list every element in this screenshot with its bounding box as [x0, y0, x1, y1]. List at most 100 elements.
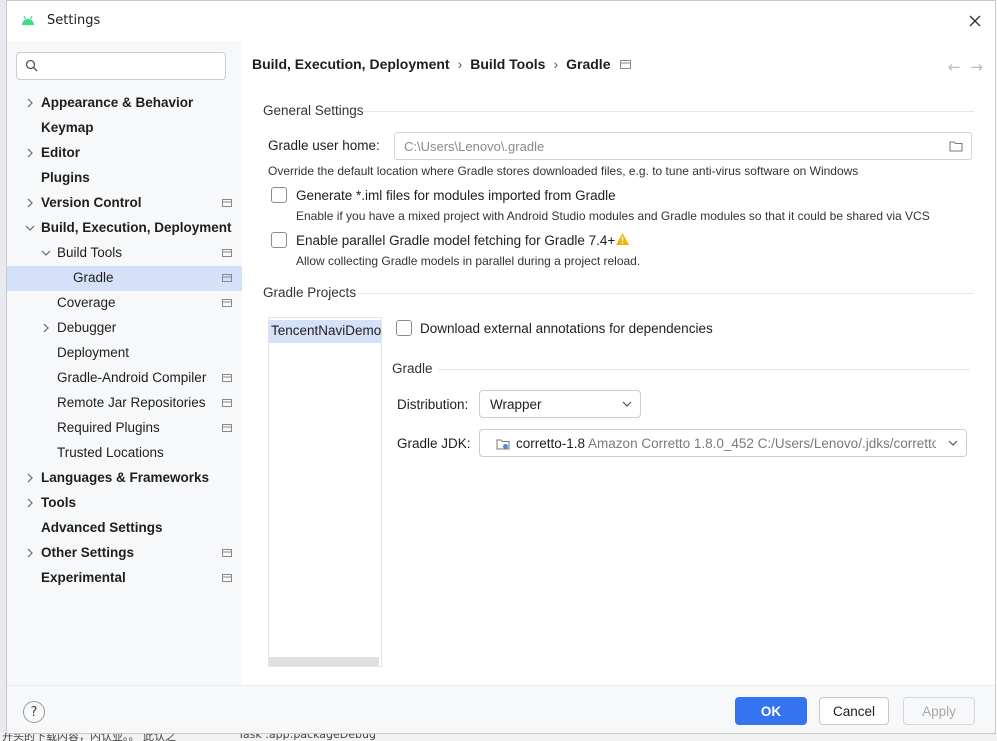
- breadcrumb-build-execution-deployment[interactable]: Build, Execution, Deployment: [252, 56, 450, 72]
- sidebar-item-label: Required Plugins: [57, 420, 160, 435]
- sidebar-item-other-settings[interactable]: Other Settings: [7, 541, 242, 566]
- background-window-strip: 开头的下载内容，内认业。。 此认之 Task :app:packageDebug: [0, 733, 997, 741]
- chevron-right-icon[interactable]: [25, 498, 35, 508]
- jdk-name: corretto-1.8: [516, 436, 586, 451]
- chevron-right-icon[interactable]: [25, 98, 35, 108]
- close-icon: [969, 15, 981, 27]
- jdk-folder-icon: [496, 439, 510, 450]
- help-button[interactable]: ?: [23, 701, 45, 723]
- gradle-user-home-hint: Override the default location where Grad…: [268, 164, 859, 178]
- sidebar-item-version-control[interactable]: Version Control: [7, 191, 242, 216]
- project-name: TencentNaviDemo2: [271, 323, 382, 338]
- chevron-down-icon[interactable]: [25, 223, 35, 233]
- generate-iml-label[interactable]: Generate *.iml files for modules importe…: [296, 188, 616, 203]
- project-scope-icon: [222, 574, 232, 582]
- sidebar-item-label: Build, Execution, Deployment: [41, 220, 232, 235]
- gradle-jdk-dropdown[interactable]: corretto-1.8 Amazon Corretto 1.8.0_452 C…: [479, 429, 967, 457]
- forward-arrow-icon[interactable]: →: [970, 58, 983, 76]
- sidebar-item-experimental[interactable]: Experimental: [7, 566, 242, 591]
- sidebar-item-label: Remote Jar Repositories: [57, 395, 206, 410]
- parallel-fetching-label[interactable]: Enable parallel Gradle model fetching fo…: [296, 233, 615, 248]
- sidebar-item-label: Build Tools: [57, 245, 123, 260]
- sidebar-item-label: Editor: [41, 145, 80, 160]
- warning-icon: [616, 233, 629, 245]
- distribution-value: Wrapper: [490, 397, 542, 412]
- list-item[interactable]: TencentNaviDemo2: [269, 320, 382, 343]
- sidebar-item-label: Trusted Locations: [57, 445, 164, 460]
- sidebar-item-label: Languages & Frameworks: [41, 470, 210, 485]
- chevron-down-icon[interactable]: [41, 248, 51, 258]
- distribution-label: Distribution:: [397, 397, 469, 412]
- sidebar-item-label: Tools: [41, 495, 76, 510]
- sidebar-item-keymap[interactable]: Keymap: [7, 116, 242, 141]
- download-annotations-checkbox[interactable]: [396, 320, 412, 336]
- chevron-right-icon[interactable]: [41, 323, 51, 333]
- sidebar-item-label: Coverage: [57, 295, 116, 310]
- settings-tree: Appearance & Behavior Keymap Editor Plugins…: [7, 91, 242, 591]
- project-scope-icon: [222, 549, 232, 557]
- background-text-right: Task :app:packageDebug: [238, 733, 376, 741]
- sidebar-item-tools[interactable]: Tools: [7, 491, 242, 516]
- back-arrow-icon[interactable]: ←: [948, 58, 961, 76]
- sidebar-item-label: Advanced Settings: [41, 520, 163, 535]
- sidebar-item-label: Other Settings: [41, 545, 135, 560]
- section-divider: [362, 111, 974, 112]
- general-settings-title: General Settings: [263, 103, 364, 118]
- chevron-right-icon[interactable]: [25, 548, 35, 558]
- breadcrumb: Build, Execution, Deployment › Build Too…: [252, 56, 632, 72]
- gradle-jdk-label: Gradle JDK:: [397, 436, 471, 451]
- title-bar: Settings: [7, 1, 995, 41]
- sidebar-item-plugins[interactable]: Plugins: [7, 166, 242, 191]
- close-button[interactable]: [965, 11, 985, 31]
- parallel-fetching-hint: Allow collecting Gradle models in parall…: [296, 254, 641, 268]
- distribution-dropdown[interactable]: Wrapper: [479, 390, 641, 418]
- sidebar-item-build-tools[interactable]: Build Tools: [7, 241, 242, 266]
- navigation-arrows: ← →: [948, 58, 983, 76]
- chevron-right-icon[interactable]: [25, 148, 35, 158]
- sidebar-item-gradle[interactable]: Gradle: [7, 266, 242, 291]
- sidebar-item-build-execution-deployment[interactable]: Build, Execution, Deployment: [7, 216, 242, 241]
- sidebar-item-deployment[interactable]: Deployment: [7, 341, 242, 366]
- sidebar-item-label: Keymap: [41, 120, 94, 135]
- sidebar-item-gradle-android-compiler[interactable]: Gradle-Android Compiler: [7, 366, 242, 391]
- gradle-projects-list: TencentNaviDemo2: [268, 317, 382, 667]
- sidebar-item-advanced-settings[interactable]: Advanced Settings: [7, 516, 242, 541]
- breadcrumb-gradle: Gradle: [566, 56, 611, 72]
- parallel-fetching-checkbox[interactable]: [271, 232, 287, 248]
- search-input[interactable]: [45, 57, 215, 75]
- project-scope-icon: [222, 249, 232, 257]
- sidebar-item-coverage[interactable]: Coverage: [7, 291, 242, 316]
- project-scope-icon: [620, 59, 632, 69]
- project-scope-icon: [222, 299, 232, 307]
- sidebar-item-appearance-behavior[interactable]: Appearance & Behavior: [7, 91, 242, 116]
- help-icon: ?: [30, 704, 38, 720]
- generate-iml-hint: Enable if you have a mixed project with …: [296, 209, 930, 223]
- sidebar-item-trusted-locations[interactable]: Trusted Locations: [7, 441, 242, 466]
- cancel-button[interactable]: Cancel: [819, 697, 889, 725]
- chevron-down-icon: [948, 440, 958, 446]
- chevron-down-icon: [622, 401, 632, 407]
- sidebar-item-debugger[interactable]: Debugger: [7, 316, 242, 341]
- sidebar-item-required-plugins[interactable]: Required Plugins: [7, 416, 242, 441]
- sidebar-item-remote-jar-repositories[interactable]: Remote Jar Repositories: [7, 391, 242, 416]
- search-box[interactable]: [16, 52, 226, 80]
- sidebar-item-languages-frameworks[interactable]: Languages & Frameworks: [7, 466, 242, 491]
- dropdown-arrow-area: [936, 430, 966, 456]
- apply-button[interactable]: Apply: [903, 697, 975, 725]
- sidebar-item-editor[interactable]: Editor: [7, 141, 242, 166]
- gradle-settings-panel: Build, Execution, Deployment › Build Too…: [242, 41, 995, 685]
- folder-icon[interactable]: [949, 140, 963, 152]
- generate-iml-checkbox[interactable]: [271, 187, 287, 203]
- section-divider: [358, 293, 974, 294]
- horizontal-scrollbar[interactable]: [269, 657, 379, 666]
- sidebar-item-label: Appearance & Behavior: [41, 95, 194, 110]
- gradle-user-home-field[interactable]: C:\Users\Lenovo\.gradle: [394, 132, 972, 160]
- breadcrumb-separator: ›: [553, 56, 559, 72]
- chevron-right-icon[interactable]: [25, 473, 35, 483]
- breadcrumb-build-tools[interactable]: Build Tools: [470, 56, 545, 72]
- project-scope-icon: [222, 424, 232, 432]
- download-annotations-label[interactable]: Download external annotations for depend…: [420, 321, 713, 336]
- chevron-right-icon[interactable]: [25, 198, 35, 208]
- ok-button[interactable]: OK: [735, 697, 807, 725]
- gradle-projects-title: Gradle Projects: [263, 285, 357, 300]
